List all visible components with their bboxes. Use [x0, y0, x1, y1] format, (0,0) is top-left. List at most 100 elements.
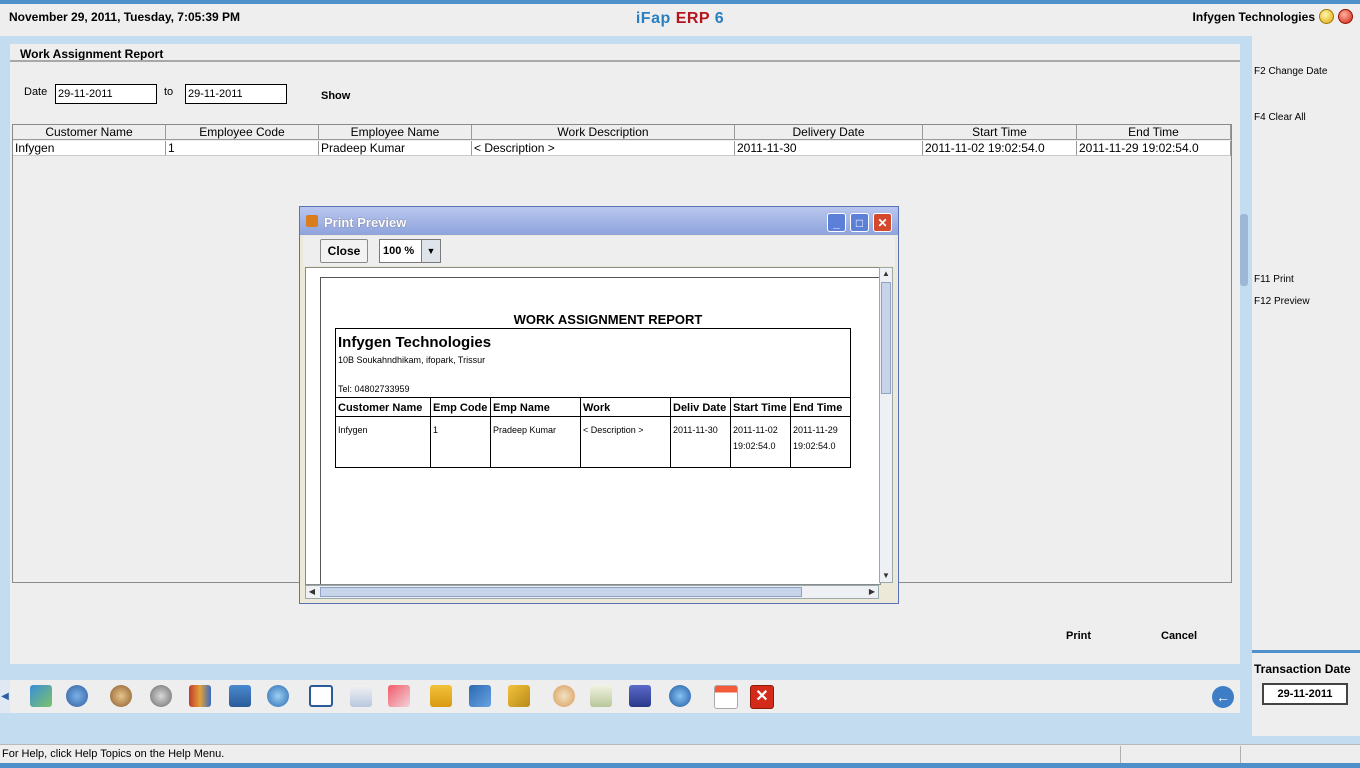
report-cell: 2011-11-29 19:02:54.0 — [793, 425, 838, 451]
shortcut-change-date[interactable]: F2 Change Date — [1254, 66, 1327, 77]
date-label: Date — [24, 86, 48, 98]
zoom-select[interactable]: 100 % ▼ — [379, 239, 441, 263]
show-button[interactable]: Show — [321, 90, 350, 102]
close-button[interactable]: Close — [320, 239, 368, 263]
column-header[interactable]: Employee Name — [319, 125, 472, 140]
table-cell[interactable]: 1 — [166, 141, 319, 156]
table-header: Customer Name Employee Code Employee Nam… — [13, 125, 1231, 140]
title-divider — [10, 60, 1240, 62]
report-page: WORK ASSIGNMENT REPORT Infygen Technolog… — [320, 277, 880, 584]
report-cell: 2011-11-02 19:02:54.0 — [731, 417, 791, 468]
horizontal-scrollbar[interactable]: ◀ ▶ — [305, 585, 879, 599]
settings-icon[interactable] — [669, 685, 691, 707]
scroll-up-icon[interactable]: ▲ — [880, 268, 892, 280]
shortcut-clear-all[interactable]: F4 Clear All — [1254, 112, 1306, 123]
scroll-right-icon[interactable]: ▶ — [866, 586, 878, 598]
app-title: iFap ERP 6 — [0, 10, 1360, 28]
back-arrow-icon[interactable]: ← — [1212, 686, 1234, 708]
hierarchy-icon[interactable] — [430, 685, 452, 707]
report-cell: Infygen — [336, 417, 431, 468]
status-divider — [1120, 746, 1121, 763]
table-cell[interactable]: Pradeep Kumar — [319, 141, 472, 156]
sync-icon[interactable] — [267, 685, 289, 707]
exit-icon[interactable]: ✕ — [750, 685, 774, 709]
tools-icon[interactable] — [553, 685, 575, 707]
status-divider — [1240, 746, 1241, 763]
dialog-titlebar[interactable]: Print Preview _ □ ✕ — [300, 207, 898, 235]
app-title-ifap: iFap — [635, 10, 671, 27]
report-column-header: Start Time — [731, 397, 791, 417]
window-icon[interactable] — [309, 685, 333, 707]
box-icon[interactable] — [508, 685, 530, 707]
date-from-field[interactable]: 29-11-2011 — [55, 84, 157, 104]
minimize-dialog-button[interactable]: _ — [827, 213, 846, 232]
network-icon[interactable] — [469, 685, 491, 707]
checklist-icon[interactable] — [590, 685, 612, 707]
close-app-button[interactable] — [1338, 9, 1353, 24]
save-icon[interactable] — [629, 685, 651, 707]
toolbar-scroll-left-icon[interactable]: ◀ — [0, 680, 10, 713]
books-icon[interactable] — [189, 685, 211, 707]
people-icon[interactable] — [110, 685, 132, 707]
calendar-icon[interactable] — [714, 685, 738, 709]
app-title-erp: ERP — [675, 10, 710, 27]
scroll-left-icon[interactable]: ◀ — [306, 586, 318, 598]
preview-toolbar: Close 100 % ▼ — [303, 236, 895, 266]
panel-splitter[interactable] — [1240, 214, 1248, 286]
report-body: Infygen Technologies 10B Soukahndhikam, … — [335, 328, 851, 468]
top-bar: November 29, 2011, Tuesday, 7:05:39 PM i… — [0, 0, 1360, 36]
ruler-icon[interactable] — [388, 685, 410, 707]
print-preview-dialog: Print Preview _ □ ✕ Close 100 % ▼ WORK A… — [299, 206, 899, 604]
page-title: Work Assignment Report — [20, 47, 164, 61]
to-label: to — [164, 86, 174, 98]
minimize-app-button[interactable] — [1319, 9, 1334, 24]
scroll-thumb[interactable] — [881, 282, 891, 394]
maximize-dialog-button[interactable]: □ — [850, 213, 869, 232]
report-column-header: Work — [581, 397, 671, 417]
column-header[interactable]: Delivery Date — [735, 125, 923, 140]
report-cell: Pradeep Kumar — [491, 417, 581, 468]
scroll-down-icon[interactable]: ▼ — [880, 570, 892, 582]
table-cell[interactable]: Infygen — [13, 141, 166, 156]
date-to-field[interactable]: 29-11-2011 — [185, 84, 287, 104]
panel-divider — [1252, 650, 1360, 653]
scroll-thumb[interactable] — [320, 587, 802, 597]
cancel-button[interactable]: Cancel — [1161, 630, 1197, 642]
search-doc-icon[interactable] — [350, 685, 372, 707]
company-name: Infygen Technologies — [1192, 10, 1315, 24]
report-cell: 2011-11-30 — [671, 417, 731, 468]
transaction-date-field[interactable]: 29-11-2011 — [1262, 683, 1348, 705]
report-tel: Tel: 04802733959 — [338, 384, 410, 394]
report-heading: WORK ASSIGNMENT REPORT — [513, 312, 703, 327]
gears-icon[interactable] — [150, 685, 172, 707]
column-header[interactable]: Start Time — [923, 125, 1077, 140]
vertical-scrollbar[interactable]: ▲ ▼ — [879, 267, 893, 583]
report-address: 10B Soukahndhikam, ifopark, Trissur — [338, 355, 486, 365]
column-header[interactable]: Employee Code — [166, 125, 319, 140]
column-header[interactable]: End Time — [1077, 125, 1231, 140]
table-cell[interactable]: 2011-11-30 — [735, 141, 923, 156]
map-icon[interactable] — [30, 685, 52, 707]
user-phone-icon[interactable] — [66, 685, 88, 707]
bottom-toolbar: ◀ ✕ ← — [0, 680, 1240, 713]
table-cell[interactable]: 2011-11-02 19:02:54.0 — [923, 141, 1077, 156]
report-column-header: Customer Name — [336, 397, 431, 417]
cart-icon[interactable] — [229, 685, 251, 707]
report-column-header: End Time — [791, 397, 850, 417]
table-cell[interactable]: 2011-11-29 19:02:54.0 — [1077, 141, 1231, 156]
column-header[interactable]: Work Description — [472, 125, 735, 140]
shortcut-print[interactable]: F11 Print — [1254, 274, 1294, 285]
bottom-strip — [0, 763, 1360, 768]
chevron-down-icon[interactable]: ▼ — [421, 240, 440, 262]
table-row[interactable]: Infygen 1 Pradeep Kumar < Description > … — [13, 141, 1231, 156]
report-column-header: Emp Code — [431, 397, 491, 417]
table-cell[interactable]: < Description > — [472, 141, 735, 156]
transaction-date-label: Transaction Date — [1254, 662, 1351, 676]
report-column-header: Emp Name — [491, 397, 581, 417]
status-text: For Help, click Help Topics on the Help … — [2, 748, 225, 760]
column-header[interactable]: Customer Name — [13, 125, 166, 140]
close-dialog-button[interactable]: ✕ — [873, 213, 892, 232]
shortcut-panel: F2 Change Date F4 Clear All F11 Print F1… — [1252, 36, 1360, 736]
print-button[interactable]: Print — [1066, 630, 1091, 642]
shortcut-preview[interactable]: F12 Preview — [1254, 296, 1310, 307]
